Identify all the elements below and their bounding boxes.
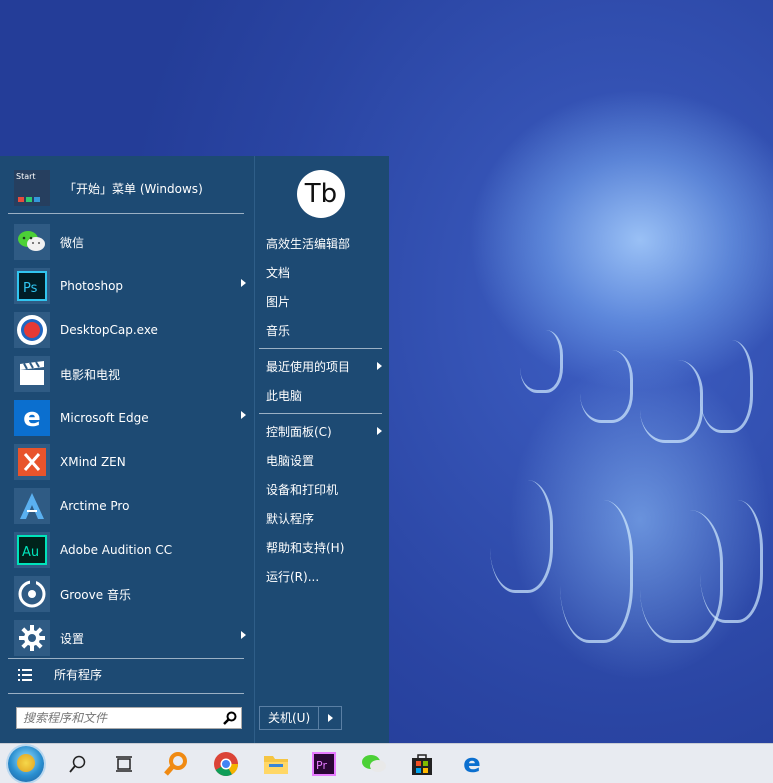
store-icon[interactable]	[406, 748, 438, 780]
app-label: 设置	[60, 631, 85, 646]
divider	[8, 658, 244, 659]
premiere-icon[interactable]: Pr	[308, 748, 340, 780]
app-label: XMind ZEN	[60, 455, 126, 469]
app-label: Microsoft Edge	[60, 411, 149, 425]
shutdown-button[interactable]: 关机(U)	[260, 707, 320, 729]
place-documents[interactable]: 文档	[255, 258, 390, 287]
place-pictures[interactable]: 图片	[255, 287, 390, 316]
search-box	[16, 707, 242, 729]
submenu-arrow-icon	[241, 279, 246, 287]
place-pc-settings[interactable]: 电脑设置	[255, 446, 390, 475]
app-item-desktopcap[interactable]: DesktopCap.exe	[14, 308, 250, 352]
all-programs-button[interactable]: 所有程序	[18, 666, 102, 683]
app-label: 微信	[60, 235, 85, 250]
start-menu-right-pane: Tb 高效生活编辑部 文档 图片 音乐 最近使用的项目 此电脑 控制面板(C) …	[254, 156, 390, 744]
app-item-audition[interactable]: Au Adobe Audition CC	[14, 528, 250, 572]
app-item-arctime[interactable]: Arctime Pro	[14, 484, 250, 528]
task-view-icon[interactable]	[108, 748, 140, 780]
place-user-folder[interactable]: 高效生活编辑部	[255, 229, 390, 258]
wechat-icon	[14, 224, 50, 260]
submenu-arrow-icon	[377, 362, 382, 370]
desktopcap-icon	[14, 312, 50, 348]
place-music[interactable]: 音乐	[255, 316, 390, 345]
place-default-programs[interactable]: 默认程序	[255, 504, 390, 533]
all-programs-label: 所有程序	[54, 668, 103, 682]
shutdown-control: 关机(U)	[259, 706, 343, 730]
submenu-arrow-icon	[241, 411, 246, 419]
place-this-pc[interactable]: 此电脑	[255, 381, 390, 410]
app-list: 微信 Ps Photoshop DesktopCap.exe 电影和电视 e M…	[14, 220, 250, 660]
svg-text:Ps: Ps	[23, 281, 38, 296]
place-help-support[interactable]: 帮助和支持(H)	[255, 533, 390, 562]
app-label: Adobe Audition CC	[60, 543, 173, 557]
everything-search-icon[interactable]	[160, 748, 192, 780]
xmind-icon	[14, 444, 50, 480]
photoshop-icon: Ps	[14, 268, 50, 304]
chrome-icon[interactable]	[210, 748, 242, 780]
start-menu-left-pane: Start 「开始」菜单 (Windows) 微信 Ps Photoshop D…	[0, 156, 254, 744]
place-recent-items[interactable]: 最近使用的项目	[255, 352, 390, 381]
shutdown-options-button[interactable]	[319, 707, 341, 729]
divider	[8, 213, 244, 214]
app-item-settings[interactable]: 设置	[14, 616, 250, 660]
classic-start-logo-icon: Start	[14, 170, 50, 206]
places-list: 高效生活编辑部 文档 图片 音乐 最近使用的项目 此电脑 控制面板(C) 电脑设…	[255, 229, 390, 591]
chevron-right-icon	[327, 714, 333, 722]
submenu-arrow-icon	[377, 427, 382, 435]
place-run[interactable]: 运行(R)...	[255, 562, 390, 591]
place-control-panel[interactable]: 控制面板(C)	[255, 417, 390, 446]
user-avatar[interactable]: Tb	[297, 170, 345, 218]
place-devices-printers[interactable]: 设备和打印机	[255, 475, 390, 504]
edge-icon: e	[14, 400, 50, 436]
settings-gear-icon	[14, 620, 50, 656]
search-icon	[223, 711, 237, 725]
movies-tv-icon	[14, 356, 50, 392]
start-menu: Start 「开始」菜单 (Windows) 微信 Ps Photoshop D…	[0, 156, 389, 744]
file-explorer-icon[interactable]	[260, 748, 292, 780]
pinned-start-menu-item[interactable]: Start 「开始」菜单 (Windows)	[14, 170, 203, 206]
search-button[interactable]	[219, 708, 241, 728]
app-item-photoshop[interactable]: Ps Photoshop	[14, 264, 250, 308]
app-item-edge[interactable]: e Microsoft Edge	[14, 396, 250, 440]
taskbar: Pr e	[0, 743, 773, 783]
app-item-xmind[interactable]: XMind ZEN	[14, 440, 250, 484]
app-label: Photoshop	[60, 279, 124, 293]
divider	[8, 693, 244, 694]
app-label: Arctime Pro	[60, 499, 130, 513]
search-icon[interactable]	[62, 748, 94, 780]
app-label: DesktopCap.exe	[60, 323, 158, 337]
divider	[259, 413, 382, 414]
wechat-icon[interactable]	[358, 748, 390, 780]
groove-icon	[14, 576, 50, 612]
start-orb-icon[interactable]	[8, 746, 44, 782]
app-label: Groove 音乐	[60, 587, 131, 602]
svg-text:Pr: Pr	[316, 759, 327, 772]
pinned-item-label: 「开始」菜单 (Windows)	[64, 181, 203, 196]
app-label: 电影和电视	[60, 367, 121, 382]
divider	[259, 348, 382, 349]
svg-text:Au: Au	[22, 545, 39, 560]
submenu-arrow-icon	[241, 631, 246, 639]
audition-icon: Au	[14, 532, 50, 568]
edge-icon[interactable]: e	[456, 748, 488, 780]
list-icon	[18, 668, 32, 681]
search-input[interactable]	[17, 711, 219, 725]
app-item-groove[interactable]: Groove 音乐	[14, 572, 250, 616]
app-item-movies-tv[interactable]: 电影和电视	[14, 352, 250, 396]
arctime-icon	[14, 488, 50, 524]
app-item-wechat[interactable]: 微信	[14, 220, 250, 264]
